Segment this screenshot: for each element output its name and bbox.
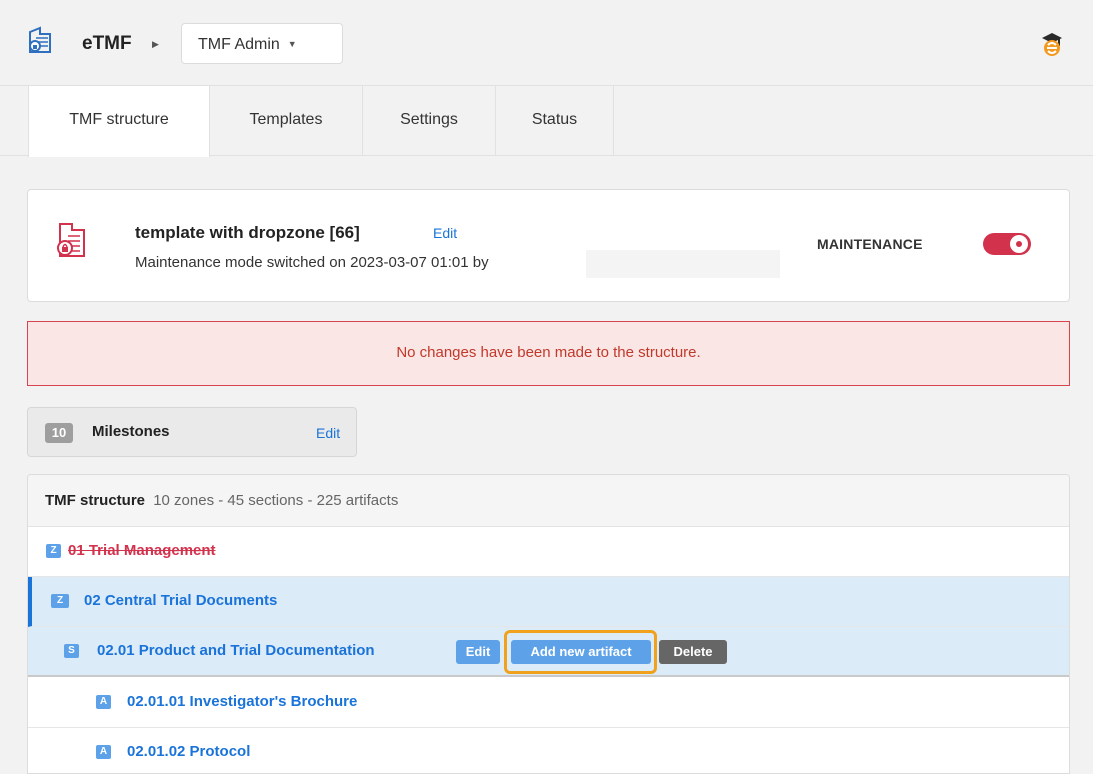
tree-row-zone-02[interactable]: Z 02 Central Trial Documents (28, 577, 1069, 627)
zone-open-folder-icon: Z (51, 594, 69, 608)
zone-badge-icon: Z (46, 544, 61, 558)
app-name[interactable]: eTMF (82, 33, 132, 55)
toggle-knob (1010, 235, 1028, 253)
tab-status[interactable]: Status (496, 86, 614, 156)
tree-header: TMF structure 10 zones - 45 sections - 2… (28, 475, 1069, 527)
section-edit-button[interactable]: Edit (456, 640, 500, 664)
milestones-edit-link[interactable]: Edit (316, 425, 340, 441)
tree-row-artifact-02-01-02[interactable]: A 02.01.02 Protocol (28, 728, 1069, 773)
chevron-down-icon: ▼ (287, 39, 297, 49)
tree-row-label: 01 Trial Management (68, 542, 216, 559)
section-badge-icon: S (64, 644, 79, 658)
user-avatar-icon[interactable] (1040, 28, 1064, 58)
milestones-label: Milestones (92, 423, 170, 440)
tree-row-label: 02.01 Product and Trial Documentation (97, 642, 375, 659)
artifact-badge-icon: A (96, 745, 111, 759)
maintenance-label: MAINTENANCE (817, 236, 923, 252)
maintenance-info-text: Maintenance mode switched on 2023-03-07 … (135, 254, 489, 271)
tmf-structure-tree: TMF structure 10 zones - 45 sections - 2… (27, 474, 1070, 774)
tree-row-artifact-02-01-01[interactable]: A 02.01.01 Investigator's Brochure (28, 678, 1069, 728)
study-selector[interactable]: TMF Admin ▼ (181, 23, 343, 64)
artifact-badge-icon: A (96, 695, 111, 709)
template-edit-link[interactable]: Edit (433, 225, 457, 241)
tree-title: TMF structure (45, 492, 146, 509)
section-delete-button[interactable]: Delete (659, 640, 727, 664)
template-lock-icon (57, 223, 85, 257)
tab-settings[interactable]: Settings (363, 86, 496, 156)
tree-row-zone-01[interactable]: Z 01 Trial Management (28, 527, 1069, 577)
template-title: template with dropzone [66] (135, 223, 360, 242)
add-new-artifact-button[interactable]: Add new artifact (511, 640, 651, 664)
milestones-count-badge: 10 (45, 423, 73, 443)
milestones-box: 10 Milestones Edit (27, 407, 357, 457)
study-selector-label: TMF Admin (198, 36, 280, 53)
tree-stats: 10 zones - 45 sections - 225 artifacts (153, 492, 399, 509)
tab-templates[interactable]: Templates (210, 86, 363, 156)
redacted-user-name (586, 250, 780, 278)
etmf-logo-icon (29, 26, 51, 53)
tab-bar: TMF structure Templates Settings Status (0, 86, 1093, 157)
tab-tmf-structure[interactable]: TMF structure (28, 86, 210, 157)
tree-row-label: 02.01.02 Protocol (127, 743, 251, 760)
top-bar: eTMF ▶ TMF Admin ▼ (0, 0, 1093, 86)
template-info-card: template with dropzone [66] Edit Mainten… (27, 189, 1070, 302)
tree-row-label: 02.01.01 Investigator's Brochure (127, 693, 358, 710)
no-changes-alert: No changes have been made to the structu… (27, 321, 1070, 386)
main-content: template with dropzone [66] Edit Mainten… (0, 157, 1093, 774)
maintenance-toggle[interactable] (983, 233, 1031, 255)
breadcrumb-caret-icon: ▶ (152, 39, 159, 49)
tree-row-section-02-01[interactable]: S 02.01 Product and Trial Documentation … (28, 627, 1069, 677)
tree-row-label: 02 Central Trial Documents (84, 592, 278, 609)
